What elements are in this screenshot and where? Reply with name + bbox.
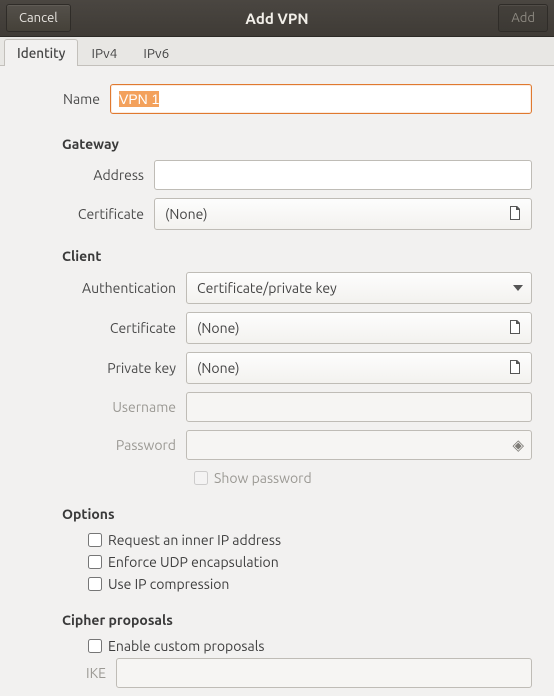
section-gateway: Gateway <box>62 136 532 152</box>
document-icon <box>507 319 523 338</box>
client-certificate-chooser[interactable]: (None) <box>186 312 532 344</box>
cancel-button[interactable]: Cancel <box>6 4 71 32</box>
client-privatekey-value: (None) <box>197 360 507 376</box>
section-client: Client <box>62 248 532 264</box>
name-label: Name <box>22 91 110 107</box>
cipher-ike-input <box>116 658 532 688</box>
client-username-input <box>186 392 532 422</box>
tab-ipv4[interactable]: IPv4 <box>78 39 130 66</box>
add-button[interactable]: Add <box>498 4 548 32</box>
question-icon[interactable]: ◈ <box>512 436 524 454</box>
title-bar: Cancel Add VPN Add <box>0 0 554 37</box>
client-auth-label: Authentication <box>22 280 186 296</box>
gateway-address-label: Address <box>22 167 154 183</box>
tab-identity[interactable]: Identity <box>4 39 78 66</box>
cipher-enable-label: Enable custom proposals <box>108 638 264 654</box>
name-input[interactable] <box>110 84 532 114</box>
tab-ipv6[interactable]: IPv6 <box>130 39 182 66</box>
content-area: Name Gateway Address Certificate (None) … <box>0 66 554 696</box>
client-privatekey-chooser[interactable]: (None) <box>186 352 532 384</box>
tab-identity-label: Identity <box>17 45 65 61</box>
cancel-button-label: Cancel <box>19 11 58 25</box>
client-privatekey-label: Private key <box>22 360 186 376</box>
tab-ipv4-label: IPv4 <box>91 45 117 61</box>
chevron-down-icon <box>513 285 523 291</box>
document-icon <box>507 205 523 224</box>
option-ip-comp-checkbox[interactable] <box>88 577 102 591</box>
document-icon <box>507 359 523 378</box>
show-password-checkbox <box>194 471 208 485</box>
client-auth-select[interactable]: Certificate/private key <box>186 272 532 304</box>
gateway-certificate-label: Certificate <box>22 206 154 222</box>
show-password-label: Show password <box>214 470 312 486</box>
gateway-certificate-chooser[interactable]: (None) <box>154 198 532 230</box>
option-inner-ip-checkbox[interactable] <box>88 533 102 547</box>
client-certificate-value: (None) <box>197 320 507 336</box>
option-ip-comp-label: Use IP compression <box>108 576 229 592</box>
client-password-label: Password <box>22 437 186 453</box>
option-udp-encap-checkbox[interactable] <box>88 555 102 569</box>
tab-ipv6-label: IPv6 <box>143 45 169 61</box>
option-inner-ip-label: Request an inner IP address <box>108 532 281 548</box>
add-button-label: Add <box>511 11 535 25</box>
section-options: Options <box>62 506 532 522</box>
option-udp-encap-label: Enforce UDP encapsulation <box>108 554 279 570</box>
section-cipher: Cipher proposals <box>62 612 532 628</box>
client-auth-value: Certificate/private key <box>197 280 513 296</box>
client-username-label: Username <box>22 399 186 415</box>
cipher-ike-label: IKE <box>22 665 116 681</box>
gateway-certificate-value: (None) <box>165 206 507 222</box>
client-password-input <box>186 430 532 460</box>
gateway-address-input[interactable] <box>154 160 532 190</box>
client-certificate-label: Certificate <box>22 320 186 336</box>
window-title: Add VPN <box>0 10 554 27</box>
tab-strip: Identity IPv4 IPv6 <box>0 37 554 66</box>
cipher-enable-checkbox[interactable] <box>88 639 102 653</box>
